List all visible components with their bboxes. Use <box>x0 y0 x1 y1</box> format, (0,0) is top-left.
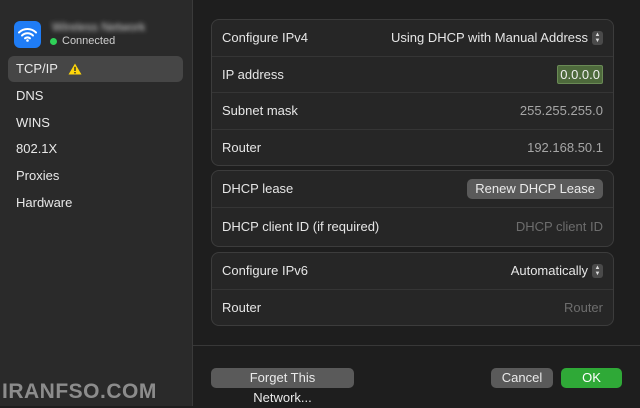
status-label: Connected <box>62 35 116 47</box>
sidebar-item-label: DNS <box>16 87 44 103</box>
dhcp-group: DHCP lease Renew DHCP Lease DHCP client … <box>211 170 614 247</box>
forget-network-button[interactable]: Forget This Network... <box>211 368 354 405</box>
ipv6-router-label: Router <box>222 299 262 315</box>
ip-address-row: IP address 0.0.0.0 <box>212 55 613 93</box>
dhcp-client-id-row: DHCP client ID (if required) DHCP client… <box>212 206 613 246</box>
status-dot-icon <box>50 37 57 45</box>
configure-ipv4-value: Using DHCP with Manual Address <box>390 30 588 46</box>
network-name: Wireless Network <box>52 20 146 32</box>
configure-ipv4-popup[interactable]: Using DHCP with Manual Address ▲ ▼ <box>391 30 603 45</box>
router-field[interactable]: 192.168.50.1 <box>527 140 603 155</box>
configure-ipv6-value: Automatically <box>510 263 588 279</box>
watermark: IRANFSO.COM <box>2 380 157 403</box>
configure-ipv4-row: Configure IPv4 Using DHCP with Manual Ad… <box>212 20 613 56</box>
wifi-icon <box>14 21 41 48</box>
chevron-updown-icon: ▲ ▼ <box>592 30 603 45</box>
sidebar-item-proxies[interactable]: Proxies <box>8 163 183 189</box>
sidebar-item-tcpip[interactable]: TCP/IP <box>8 56 183 82</box>
renew-dhcp-lease-button[interactable]: Renew DHCP Lease <box>467 178 603 199</box>
sidebar-item-label: TCP/IP <box>16 61 58 76</box>
cancel-button[interactable]: Cancel <box>491 368 553 388</box>
configure-ipv6-popup[interactable]: Automatically ▲ ▼ <box>511 263 603 278</box>
subnet-mask-label: Subnet mask <box>222 103 298 119</box>
configure-ipv4-label: Configure IPv4 <box>222 30 308 46</box>
sidebar-list: TCP/IP DNS WINS 802.1X Proxies Hardware <box>8 56 183 217</box>
sidebar-item-dns[interactable]: DNS <box>8 83 183 109</box>
connection-status: Connected <box>50 35 115 47</box>
sidebar-item-hardware[interactable]: Hardware <box>8 190 183 216</box>
sidebar-item-label: 802.1X <box>16 141 58 157</box>
configure-ipv6-row: Configure IPv6 Automatically ▲ ▼ <box>212 253 613 289</box>
router-row: Router 192.168.50.1 <box>212 128 613 166</box>
sidebar-item-label: WINS <box>16 114 50 130</box>
subnet-mask-field[interactable]: 255.255.255.0 <box>520 103 603 118</box>
sidebar-item-8021x[interactable]: 802.1X <box>8 136 183 162</box>
main-panel: Configure IPv4 Using DHCP with Manual Ad… <box>193 0 640 406</box>
ip-address-field[interactable]: 0.0.0.0 <box>557 64 603 84</box>
ok-button[interactable]: OK <box>561 368 622 388</box>
ipv6-router-row: Router Router <box>212 288 613 326</box>
footer-bar: Forget This Network... Cancel OK <box>193 345 640 405</box>
dhcp-lease-row: DHCP lease Renew DHCP Lease <box>212 171 613 207</box>
dhcp-lease-label: DHCP lease <box>222 181 294 197</box>
warning-icon <box>68 63 82 75</box>
dhcp-client-id-field[interactable]: DHCP client ID <box>516 219 603 234</box>
router-label: Router <box>222 139 262 155</box>
ipv6-router-field[interactable]: Router <box>564 300 603 315</box>
network-header: Wireless Network Connected <box>14 18 184 52</box>
sidebar-item-label: Proxies <box>16 168 60 184</box>
sidebar-item-label: Hardware <box>16 194 73 210</box>
dhcp-client-id-label: DHCP client ID (if required) <box>222 219 380 234</box>
ipv4-group: Configure IPv4 Using DHCP with Manual Ad… <box>211 19 614 166</box>
configure-ipv6-label: Configure IPv6 <box>222 263 308 279</box>
sidebar-item-wins[interactable]: WINS <box>8 110 183 136</box>
sidebar: Wireless Network Connected TCP/IP DNS WI… <box>0 0 193 406</box>
subnet-mask-row: Subnet mask 255.255.255.0 <box>212 92 613 129</box>
ipv6-group: Configure IPv6 Automatically ▲ ▼ Router R… <box>211 252 614 326</box>
ip-address-label: IP address <box>222 66 284 82</box>
chevron-updown-icon: ▲ ▼ <box>592 263 603 278</box>
